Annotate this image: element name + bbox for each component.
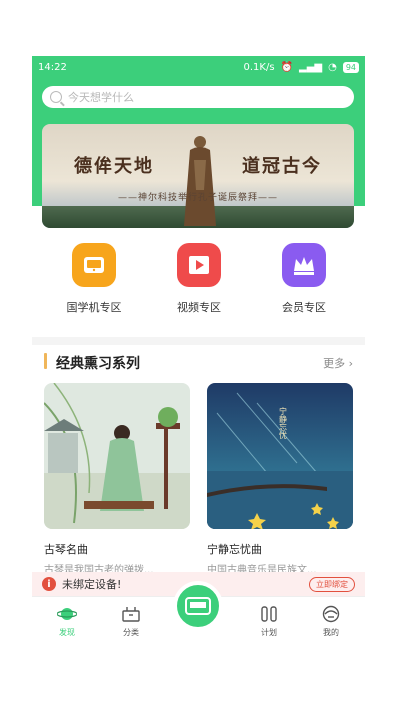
tab-mine[interactable]: 我的 (306, 605, 356, 638)
chevron-right-icon: › (345, 357, 353, 370)
device-icon (185, 597, 211, 615)
tab-discover[interactable]: 发现 (42, 605, 92, 638)
tab-category[interactable]: 分类 (106, 605, 156, 638)
svg-text:宁静忘忧: 宁静忘忧 (279, 406, 288, 439)
guqin-cover-image (44, 383, 190, 529)
plan-icon (259, 605, 279, 623)
category-label: 视频专区 (177, 301, 221, 314)
tab-label: 我的 (323, 628, 339, 637)
status-indicators: 0.1K/s ⏰ ▂▄▆ ◔ 94 (243, 61, 359, 73)
bind-now-button[interactable]: 立即绑定 (309, 576, 355, 592)
category-video[interactable]: 视频专区 (159, 243, 239, 315)
tab-label: 计划 (261, 628, 277, 637)
banner[interactable]: 德侔天地 道冠古今 ——神尔科技举行孔子诞辰祭拜—— (42, 124, 354, 228)
device-icon (72, 243, 116, 287)
night-sea-cover-image: 宁静忘忧 (207, 383, 353, 529)
tab-label: 发现 (59, 628, 75, 637)
category-label: 会员专区 (282, 301, 326, 314)
signal-icon: ▂▄▆ (299, 61, 323, 73)
banner-title-right: 道冠古今 (242, 156, 322, 177)
wifi-icon: ◔ (328, 61, 337, 73)
banner-title-left: 德侔天地 (74, 156, 154, 177)
category-label: 国学机专区 (66, 301, 122, 314)
video-icon (177, 243, 221, 287)
tab-label: 分类 (123, 628, 139, 637)
tab-plan[interactable]: 计划 (244, 605, 294, 638)
section-accent-bar (44, 353, 47, 369)
confucius-statue-image (184, 136, 216, 226)
course-card[interactable]: 古琴名曲 古琴是我国古老的弹拨... (44, 383, 190, 576)
crown-icon (282, 243, 326, 287)
category-member[interactable]: 会员专区 (264, 243, 344, 315)
course-card[interactable]: 宁静忘忧 宁静忘忧曲 中国古典音乐是民族文... (207, 383, 353, 576)
search-input[interactable]: 今天想学什么 (42, 86, 354, 108)
info-icon: i (42, 577, 56, 591)
more-link[interactable]: 更多 › (323, 355, 353, 371)
app-screen: 14:22 0.1K/s ⏰ ▂▄▆ ◔ 94 今天想学什么 德侔天地 道冠古今… (32, 56, 365, 654)
network-speed: 0.1K/s (243, 61, 275, 73)
section-divider (32, 337, 365, 345)
banner-subtitle: ——神尔科技举行孔子诞辰祭拜—— (117, 193, 278, 203)
card-title: 宁静忘忧曲 (207, 543, 262, 556)
category-row: 国学机专区 视频专区 会员专区 (32, 243, 365, 323)
profile-icon (321, 605, 341, 623)
search-icon (50, 91, 62, 103)
category-icon (121, 605, 141, 623)
center-device-button[interactable] (173, 581, 223, 631)
status-bar: 14:22 0.1K/s ⏰ ▂▄▆ ◔ 94 (32, 56, 365, 78)
bottom-tab-bar: 发现 分类 计划 我的 (32, 581, 365, 654)
planet-icon (56, 605, 78, 623)
alarm-icon: ⏰ (280, 61, 293, 73)
section-title: 经典熏习系列 (56, 356, 140, 372)
search-placeholder: 今天想学什么 (68, 91, 134, 104)
category-guoxue[interactable]: 国学机专区 (54, 243, 134, 315)
battery-icon: 94 (342, 61, 359, 73)
card-title: 古琴名曲 (44, 543, 88, 556)
status-time: 14:22 (38, 61, 67, 73)
